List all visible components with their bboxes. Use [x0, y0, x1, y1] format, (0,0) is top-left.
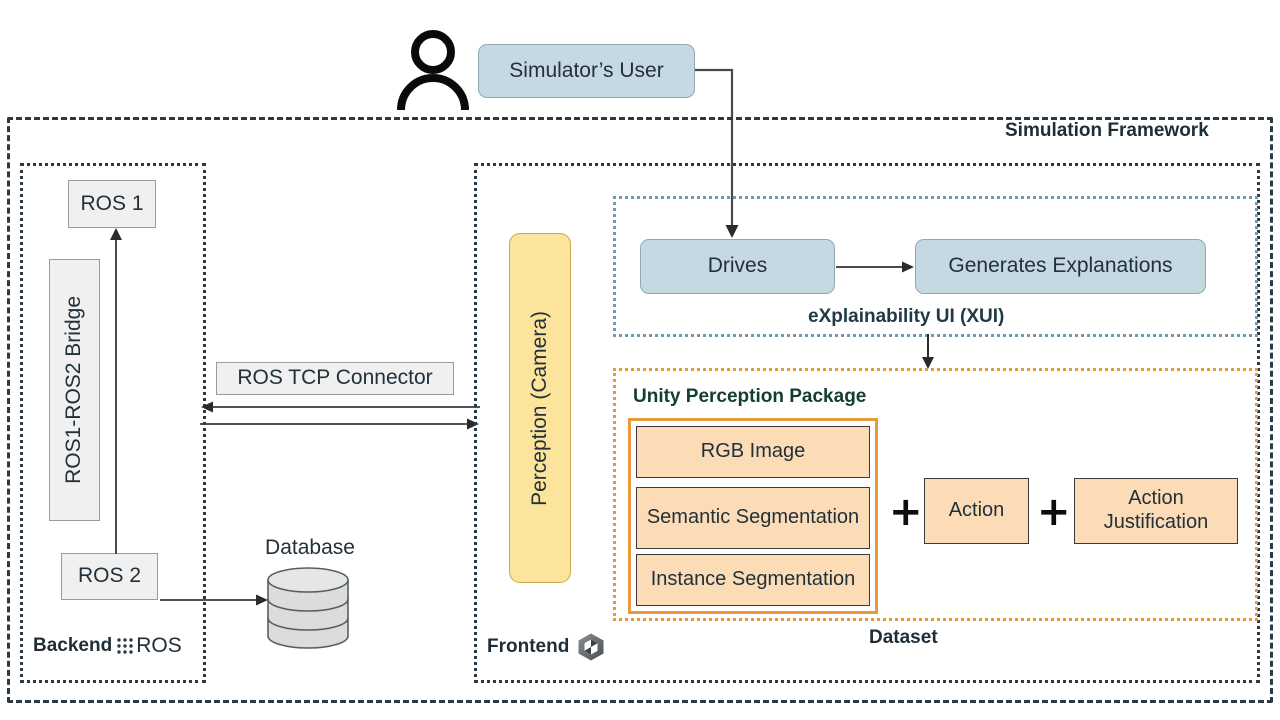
ros1-box[interactable]: ROS 1 [68, 180, 156, 228]
drives-box[interactable]: Drives [640, 239, 835, 294]
instance-segmentation-box[interactable]: Instance Segmentation [636, 554, 870, 606]
database-caption: Database [265, 536, 355, 559]
perception-camera-label: Perception (Camera) [527, 310, 551, 506]
ros-tcp-connector-box[interactable]: ROS TCP Connector [216, 362, 454, 395]
ros2-label: ROS 2 [77, 564, 142, 588]
unity-perception-package-label: Unity Perception Package [633, 386, 867, 407]
bridge-label: ROS1-ROS2 Bridge [62, 296, 86, 484]
plus-operator-1: + [889, 489, 923, 535]
frontend-label: Frontend [487, 636, 570, 657]
ros2-box[interactable]: ROS 2 [61, 553, 158, 600]
arrow-ros2-to-database [160, 593, 270, 607]
rgb-image-label: RGB Image [700, 440, 806, 463]
arrow-xui-to-dataset [920, 334, 936, 370]
plus-operator-2: + [1037, 489, 1071, 535]
ros1-ros2-bridge-box[interactable]: ROS1-ROS2 Bridge [49, 259, 100, 521]
database-cylinder-icon [265, 567, 351, 649]
ros1-label: ROS 1 [80, 191, 144, 215]
instance-segmentation-label: Instance Segmentation [650, 568, 856, 591]
action-label: Action [948, 499, 1005, 522]
action-justification-box[interactable]: Action Justification [1074, 478, 1238, 544]
unity-logo-icon [576, 632, 606, 662]
generates-explanations-label: Generates Explanations [948, 254, 1173, 278]
dataset-label: Dataset [869, 627, 938, 648]
arrow-connector-rightward [200, 417, 480, 431]
ros-logo-text: ROS [136, 634, 182, 657]
arrow-drives-to-generates [836, 260, 916, 274]
simulators-user-box[interactable]: Simulator’s User [478, 44, 695, 98]
perception-camera-box[interactable]: Perception (Camera) [509, 233, 571, 583]
ros-tcp-connector-label: ROS TCP Connector [237, 366, 433, 390]
simulation-framework-label: Simulation Framework [1005, 120, 1209, 141]
semantic-segmentation-label: Semantic Segmentation [646, 506, 860, 529]
arrow-ros2-to-ros1 [108, 226, 124, 556]
rgb-image-box[interactable]: RGB Image [636, 426, 870, 478]
ros-logo-icon: ROS [116, 634, 182, 658]
frontend-label-group: Frontend [487, 632, 606, 662]
arrow-connector-leftward [200, 400, 480, 414]
action-justification-label: Action Justification [1103, 487, 1209, 533]
backend-label-group: Backend ROS [33, 634, 182, 658]
simulators-user-label: Simulator’s User [509, 58, 664, 82]
diagram-canvas: Simulator’s User Simulation Framework Ba… [0, 0, 1280, 720]
drives-label: Drives [707, 254, 768, 278]
semantic-segmentation-box[interactable]: Semantic Segmentation [636, 487, 870, 549]
action-box[interactable]: Action [924, 478, 1029, 544]
person-icon [396, 26, 470, 111]
backend-label: Backend [33, 635, 113, 656]
generates-explanations-box[interactable]: Generates Explanations [915, 239, 1206, 294]
xui-label: eXplainability UI (XUI) [808, 306, 1005, 327]
